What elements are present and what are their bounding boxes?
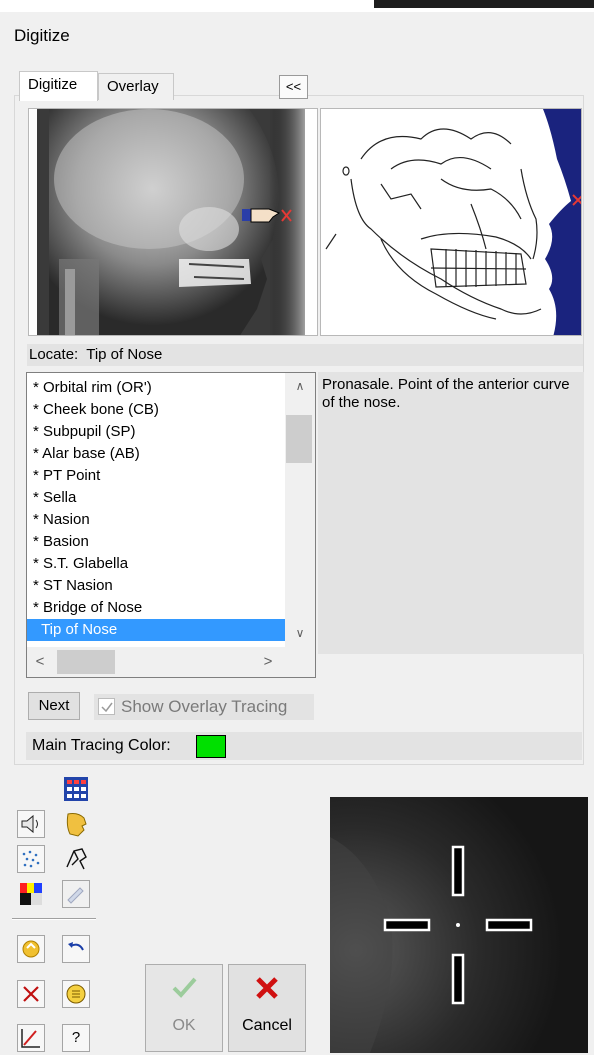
top-strip bbox=[0, 0, 594, 12]
magnifier-view bbox=[330, 797, 588, 1053]
window-title: Digitize bbox=[14, 26, 70, 45]
top-strip-bar bbox=[374, 0, 594, 8]
checkbox-icon[interactable] bbox=[98, 698, 115, 715]
checkmark-icon bbox=[146, 973, 222, 1008]
undo-icon[interactable] bbox=[62, 935, 90, 963]
landmark-description: Pronasale. Point of the anterior curve o… bbox=[318, 372, 584, 654]
next-button[interactable]: Next bbox=[28, 692, 80, 720]
list-item[interactable]: * Sella bbox=[27, 487, 285, 509]
tab-overlay[interactable]: Overlay bbox=[98, 73, 174, 100]
list-item[interactable]: * Nasion bbox=[27, 509, 285, 531]
scroll-thumb[interactable] bbox=[286, 415, 312, 463]
main-tracing-color-row: Main Tracing Color: bbox=[26, 732, 582, 760]
scroll-left-icon[interactable]: < bbox=[27, 647, 53, 677]
list-item[interactable]: * Bridge of Nose bbox=[27, 597, 285, 619]
collapse-button[interactable]: << bbox=[279, 75, 308, 99]
locate-label: Locate: bbox=[29, 346, 79, 363]
face-icon[interactable] bbox=[62, 810, 90, 838]
list-item[interactable]: * PT Point bbox=[27, 465, 285, 487]
erase-icon[interactable] bbox=[17, 1024, 45, 1052]
list-item-selected[interactable]: Tip of Nose bbox=[27, 619, 285, 641]
show-overlay-tracing-label: Show Overlay Tracing bbox=[121, 697, 288, 716]
tab-digitize[interactable]: Digitize bbox=[19, 71, 98, 101]
landmark-list[interactable]: * Orbital rim (OR') * Cheek bone (CB) * … bbox=[26, 372, 316, 678]
scroll-down-icon[interactable]: ∨ bbox=[285, 620, 315, 646]
toolbar-separator bbox=[12, 918, 96, 920]
scroll-corner bbox=[285, 644, 315, 677]
cancel-button[interactable]: Cancel bbox=[228, 964, 306, 1052]
locate-row: Locate: Tip of Nose bbox=[27, 344, 583, 366]
vertical-scrollbar[interactable]: ∧ ∨ bbox=[285, 373, 315, 646]
refresh-icon[interactable] bbox=[17, 935, 45, 963]
list-item[interactable]: * S.T. Glabella bbox=[27, 553, 285, 575]
help-button[interactable]: ? bbox=[62, 1024, 90, 1052]
cancel-x-icon bbox=[229, 973, 305, 1008]
pencil-icon[interactable] bbox=[62, 880, 90, 908]
list-item[interactable]: * Basion bbox=[27, 531, 285, 553]
calculator-icon[interactable] bbox=[62, 980, 90, 1008]
skeleton-icon[interactable] bbox=[62, 845, 90, 873]
list-item[interactable]: * Alar base (AB) bbox=[27, 443, 285, 465]
list-item[interactable]: * Subpupil (SP) bbox=[27, 421, 285, 443]
scroll-right-icon[interactable]: > bbox=[255, 647, 281, 677]
scroll-thumb-horizontal[interactable] bbox=[57, 650, 115, 674]
palette-icon[interactable] bbox=[17, 880, 45, 908]
list-item[interactable]: * Orbital rim (OR') bbox=[27, 377, 285, 399]
show-overlay-tracing-checkbox[interactable]: Show Overlay Tracing bbox=[94, 694, 314, 720]
ok-label: OK bbox=[172, 1017, 196, 1034]
sound-icon[interactable] bbox=[17, 810, 45, 838]
horizontal-scrollbar[interactable]: < > bbox=[27, 647, 287, 677]
dots-icon[interactable] bbox=[17, 845, 45, 873]
main-tracing-color-swatch[interactable] bbox=[196, 735, 226, 758]
xray-image[interactable] bbox=[28, 108, 318, 336]
list-item[interactable]: * ST Nasion bbox=[27, 575, 285, 597]
ok-button[interactable]: OK bbox=[145, 964, 223, 1052]
cancel-label: Cancel bbox=[242, 1017, 292, 1034]
main-tracing-color-label: Main Tracing Color: bbox=[32, 737, 171, 754]
tracing-preview[interactable] bbox=[320, 108, 582, 336]
locate-value: Tip of Nose bbox=[86, 346, 163, 363]
scroll-up-icon[interactable]: ∧ bbox=[285, 373, 315, 399]
grid-icon[interactable] bbox=[62, 775, 90, 803]
list-item[interactable]: * Cheek bone (CB) bbox=[27, 399, 285, 421]
delete-icon[interactable] bbox=[17, 980, 45, 1008]
